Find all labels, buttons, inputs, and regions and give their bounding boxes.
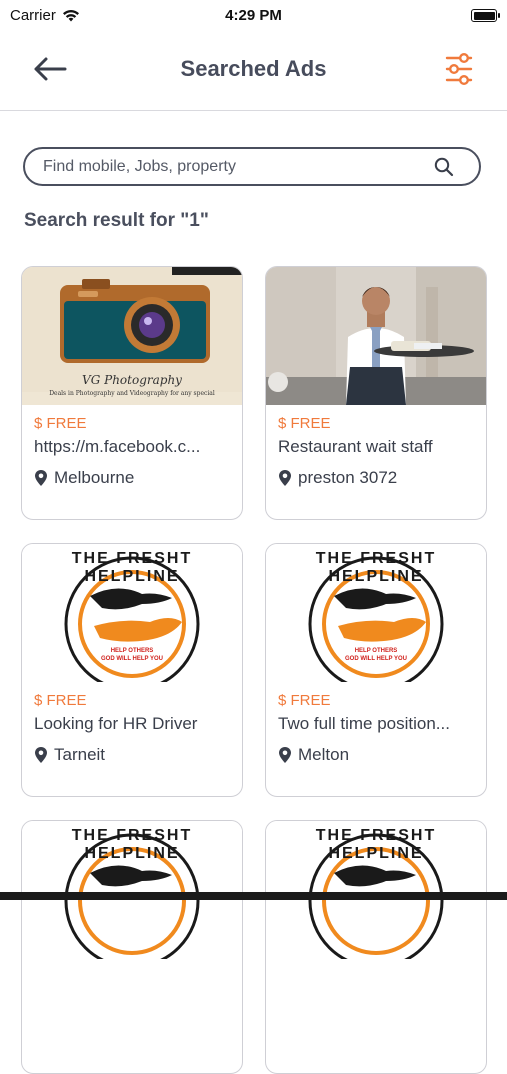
ad-price: $ FREE xyxy=(34,415,87,432)
ad-image: THE FRESHT HELPLINE HELP OTHERS GOD WILL… xyxy=(266,544,486,682)
ad-title: https://m.facebook.c... xyxy=(34,437,201,456)
ad-card[interactable]: THE FRESHT HELPLINE HELP OTHERS GOD WILL… xyxy=(265,543,487,797)
ad-price: $ FREE xyxy=(278,692,331,709)
ad-title: Restaurant wait staff xyxy=(278,437,433,456)
ad-location-label: Tarneit xyxy=(54,745,106,764)
logo-tagline-2: GOD WILL HELP YOU xyxy=(100,656,163,662)
status-bar: Carrier 4:29 PM xyxy=(0,0,507,32)
search-input[interactable] xyxy=(41,156,433,177)
logo-ring-text: THE FRESHT HELPLINE xyxy=(71,827,193,862)
ad-location: Tarneit xyxy=(34,745,105,765)
ad-card[interactable]: THE FRESHT HELPLINE HELP OTHERS GOD WILL… xyxy=(21,543,243,797)
logo-tagline-1: HELP OTHERS xyxy=(354,648,398,654)
waitress-photo xyxy=(266,267,486,405)
filter-icon[interactable] xyxy=(445,52,473,86)
ad-price: $ FREE xyxy=(278,415,331,432)
location-pin-icon xyxy=(35,470,47,486)
logo-tagline-2: GOD WILL HELP YOU xyxy=(344,656,407,662)
ad-location-label: Melton xyxy=(298,745,350,764)
ad-card[interactable]: THE FRESHT HELPLINE xyxy=(265,820,487,1074)
ad-title: Looking for HR Driver xyxy=(34,714,198,733)
logo-tagline-1: HELP OTHERS xyxy=(110,648,154,654)
search-bar[interactable] xyxy=(23,147,481,186)
logo-ring-text: THE FRESHT HELPLINE xyxy=(315,827,437,862)
ad-title: Two full time position... xyxy=(278,714,450,733)
search-icon[interactable] xyxy=(433,156,455,178)
location-pin-icon xyxy=(279,747,291,763)
location-pin-icon xyxy=(279,470,291,486)
status-time: 4:29 PM xyxy=(225,7,282,24)
search-results-heading: Search result for "1" xyxy=(24,210,209,231)
ad-location-label: Melbourne xyxy=(54,468,135,487)
ad-price: $ FREE xyxy=(34,692,87,709)
ad-location: Melbourne xyxy=(34,468,134,488)
ad-location: preston 3072 xyxy=(278,468,397,488)
ad-image-caption: VG Photography xyxy=(82,373,182,387)
ad-card[interactable]: THE FRESHT HELPLINE xyxy=(21,820,243,1074)
logo-ring-text: THE FRESHT HELPLINE xyxy=(71,550,193,585)
ad-image-subcaption: Deals in Photography and Videography for… xyxy=(49,390,215,397)
page-title: Searched Ads xyxy=(180,56,327,81)
ad-image: VG Photography Deals in Photography and … xyxy=(22,267,242,405)
logo-ring-text: THE FRESHT HELPLINE xyxy=(315,550,437,585)
location-pin-icon xyxy=(35,747,47,763)
ad-image: THE FRESHT HELPLINE xyxy=(266,821,486,959)
bottom-edge xyxy=(0,892,507,900)
ad-image: THE FRESHT HELPLINE HELP OTHERS GOD WILL… xyxy=(22,544,242,682)
ad-location: Melton xyxy=(278,745,349,765)
ad-location-label: preston 3072 xyxy=(298,468,398,487)
ad-image xyxy=(266,267,486,405)
ad-image: THE FRESHT HELPLINE xyxy=(22,821,242,959)
nav-bar: Searched Ads xyxy=(0,32,507,111)
battery-icon xyxy=(471,9,500,22)
ad-card[interactable]: $ FREE Restaurant wait staff preston 307… xyxy=(265,266,487,520)
ad-card[interactable]: VG Photography Deals in Photography and … xyxy=(21,266,243,520)
